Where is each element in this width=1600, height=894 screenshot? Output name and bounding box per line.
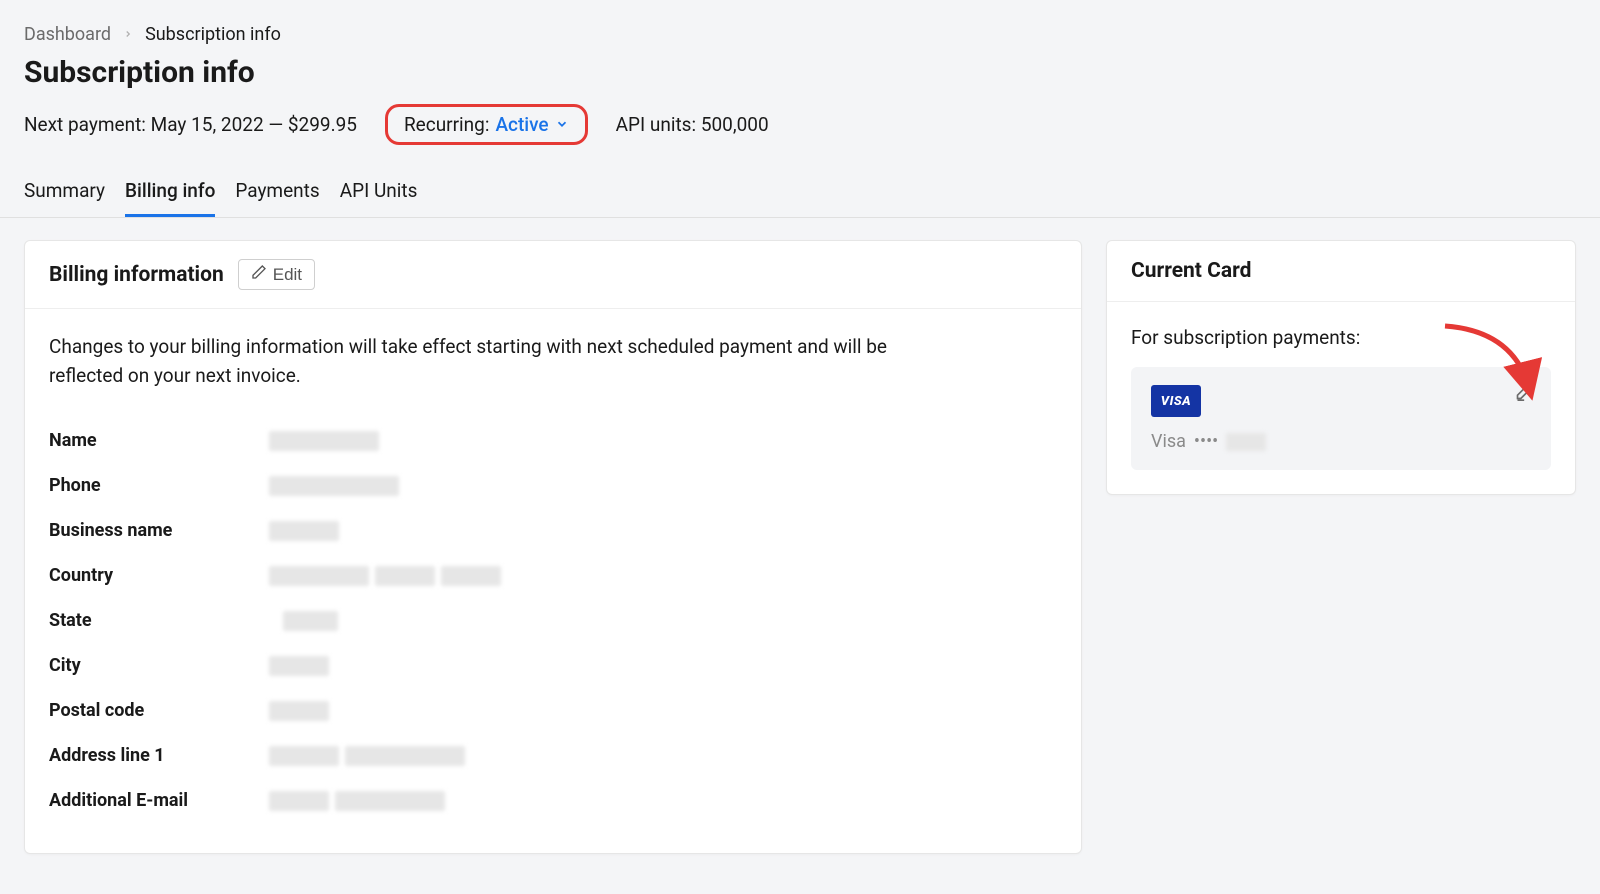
breadcrumb-current: Subscription info [145,24,281,45]
redacted-value [375,566,435,586]
card-on-file: VISA Visa •••• [1131,367,1551,470]
redacted-last4 [1226,433,1266,451]
redacted-value [335,791,445,811]
label-postal: Postal code [49,700,269,721]
redacted-value [269,431,379,451]
value-address1 [269,746,1057,766]
edit-card-button[interactable] [1515,381,1535,406]
api-units: API units: 500,000 [616,113,769,136]
value-country [269,566,1057,586]
label-name: Name [49,430,269,451]
value-business [269,521,1057,541]
tab-summary[interactable]: Summary [24,169,105,217]
page-title: Subscription info [24,55,1576,90]
label-city: City [49,655,269,676]
label-additional-email: Additional E-mail [49,790,269,811]
label-phone: Phone [49,475,269,496]
redacted-value [441,566,501,586]
card-mask: •••• [1194,431,1218,452]
tab-billing-info[interactable]: Billing info [125,169,215,217]
value-city [269,656,1057,676]
pencil-icon [251,264,267,285]
redacted-value [269,476,399,496]
field-address1: Address line 1 [49,733,1057,778]
next-payment-value: May 15, 2022 — $299.95 [151,113,357,136]
redacted-value [269,656,329,676]
api-units-value: 500,000 [701,113,769,136]
value-name [269,431,1057,451]
tab-api-units[interactable]: API Units [340,169,418,217]
field-name: Name [49,418,1057,463]
label-country: Country [49,565,269,586]
visa-logo: VISA [1151,385,1201,417]
redacted-value [283,611,338,631]
field-state: State [49,598,1057,643]
redacted-value [345,746,465,766]
chevron-right-icon [123,27,133,43]
value-additional-email [269,791,1057,811]
recurring-status: Active [495,113,548,136]
edit-button-label: Edit [273,265,302,285]
subscription-summary-row: Next payment: May 15, 2022 — $299.95 Rec… [24,104,1576,145]
breadcrumb: Dashboard Subscription info [24,24,1576,45]
api-units-label: API units: [616,113,696,136]
billing-information-card: Billing information Edit Changes to your… [24,240,1082,854]
label-state: State [49,610,269,631]
billing-heading: Billing information [49,263,224,287]
next-payment: Next payment: May 15, 2022 — $299.95 [24,113,357,136]
recurring-dropdown[interactable]: Recurring: Active [385,104,588,145]
recurring-label: Recurring: [404,113,489,136]
current-card-note: For subscription payments: [1131,326,1551,349]
value-phone [269,476,1057,496]
label-business: Business name [49,520,269,541]
field-country: Country [49,553,1057,598]
field-postal: Postal code [49,688,1057,733]
billing-note: Changes to your billing information will… [49,333,949,390]
tab-payments[interactable]: Payments [235,169,319,217]
label-address1: Address line 1 [49,745,269,766]
redacted-value [269,521,339,541]
field-city: City [49,643,1057,688]
tabs: Summary Billing info Payments API Units [0,169,1600,218]
redacted-value [269,566,369,586]
field-phone: Phone [49,463,1057,508]
edit-billing-button[interactable]: Edit [238,259,315,290]
current-card-panel: Current Card For subscription payments: … [1106,240,1576,495]
value-state [269,611,1057,631]
redacted-value [269,791,329,811]
current-card-heading: Current Card [1131,259,1251,283]
redacted-value [269,701,329,721]
field-additional-email: Additional E-mail [49,778,1057,823]
card-brand-text: Visa [1151,431,1186,452]
chevron-down-icon [555,113,569,136]
redacted-value [269,746,339,766]
next-payment-label: Next payment: [24,113,146,136]
field-business: Business name [49,508,1057,553]
breadcrumb-root[interactable]: Dashboard [24,24,111,45]
value-postal [269,701,1057,721]
